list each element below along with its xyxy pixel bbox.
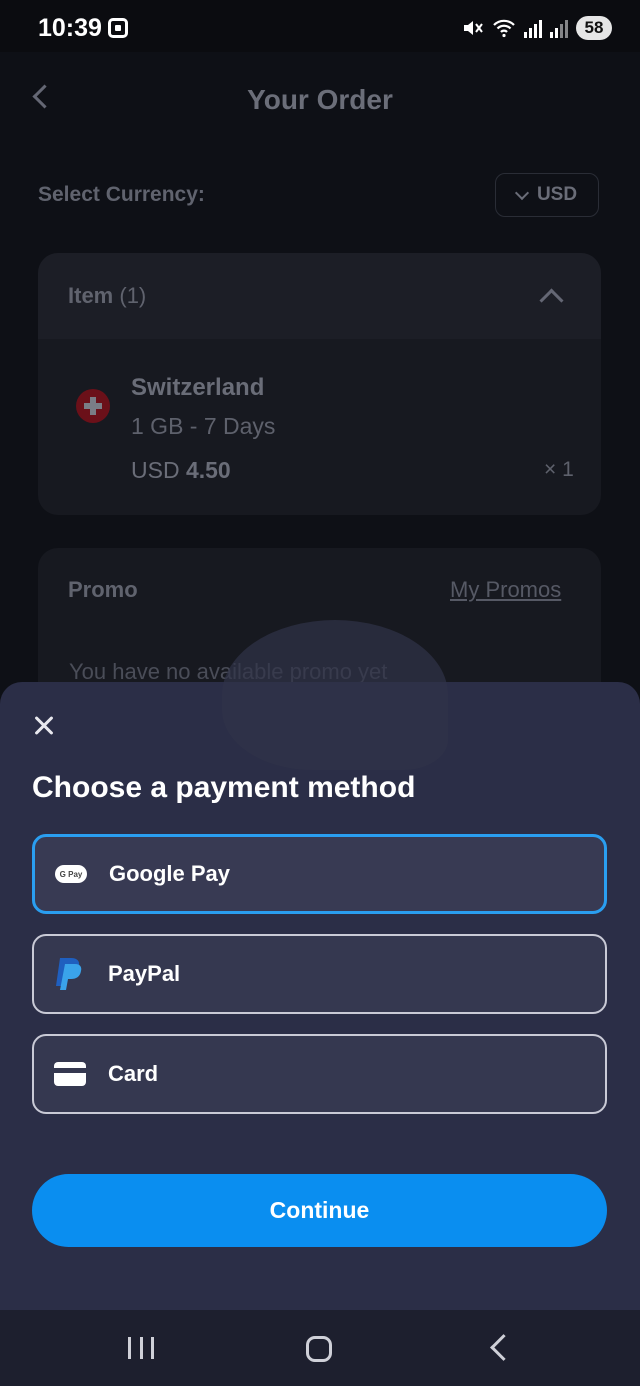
home-icon[interactable]: [306, 1336, 332, 1362]
mute-icon: [464, 21, 483, 35]
currency-select[interactable]: USD: [495, 173, 599, 217]
currency-label: Select Currency:: [38, 183, 205, 206]
status-time: 10:39: [38, 14, 102, 42]
payment-option-paypal[interactable]: PayPal: [32, 934, 607, 1014]
wifi-icon: [493, 19, 515, 38]
signal-r-icon: [550, 18, 568, 38]
signal-icon: [524, 18, 542, 38]
google-pay-icon: G Pay: [55, 865, 87, 883]
item-plan: 1 GB - 7 Days: [131, 413, 276, 439]
screenshot-icon: [108, 18, 128, 38]
sheet-title: Choose a payment method: [32, 771, 416, 804]
payment-option-google-pay[interactable]: G Pay Google Pay: [32, 834, 607, 914]
currency-value: USD: [536, 184, 578, 205]
item-price: USD 4.50: [131, 457, 231, 483]
items-label: Item (1): [68, 283, 147, 308]
battery-icon: 58: [576, 16, 612, 40]
item-country: Switzerland: [131, 374, 265, 401]
close-icon[interactable]: [30, 712, 58, 740]
continue-button[interactable]: Continue: [32, 1174, 607, 1247]
paypal-icon: [56, 958, 82, 990]
my-promos-link[interactable]: My Promos: [450, 577, 561, 603]
recents-icon[interactable]: [128, 1337, 154, 1359]
payment-option-label: PayPal: [108, 961, 181, 986]
payment-option-card[interactable]: Card: [32, 1034, 607, 1114]
payment-option-label: Google Pay: [109, 861, 231, 886]
logo-watermark: [222, 620, 448, 770]
switzerland-flag-icon: [76, 389, 110, 423]
chevron-down-icon: [514, 185, 530, 200]
page-title: Your Order: [247, 84, 393, 115]
items-count: (1): [119, 283, 147, 308]
card-icon: [54, 1062, 86, 1086]
status-icons: 58: [462, 14, 612, 42]
item-quantity: × 1: [544, 458, 574, 481]
promo-label: Promo: [68, 577, 138, 602]
payment-option-label: Card: [108, 1061, 159, 1086]
